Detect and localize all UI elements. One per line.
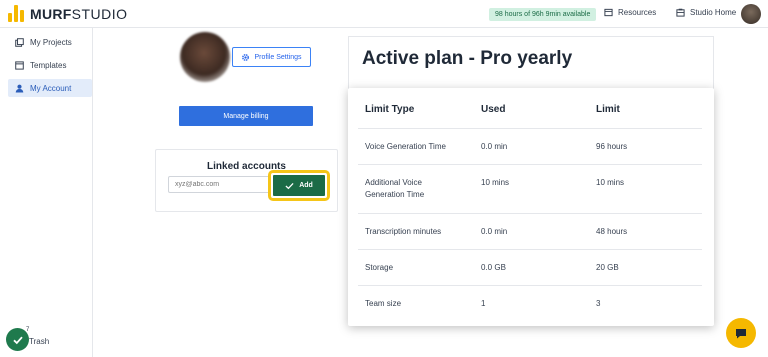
sidebar: My Projects Templates My Account: [0, 28, 93, 357]
top-bar: MURFSTUDIO 98 hours of 96h 9min availabl…: [0, 0, 768, 28]
profile-settings-label: Profile Settings: [254, 53, 302, 61]
limit-cell: 96 hours: [596, 142, 628, 151]
column-header-limit: Limit: [596, 104, 620, 115]
limit-cell: 20 GB: [596, 263, 619, 272]
limit-cell: 3: [596, 299, 601, 308]
add-button-highlight: Add: [268, 170, 330, 201]
sidebar-item-my-account[interactable]: My Account: [8, 79, 92, 97]
table-row: Storage 0.0 GB 20 GB: [358, 250, 702, 286]
used-cell: 0.0 min: [481, 142, 508, 151]
logo-sub: STUDIO: [71, 5, 128, 22]
sidebar-item-my-projects[interactable]: My Projects: [8, 33, 92, 51]
sidebar-item-label: My Account: [30, 83, 72, 93]
projects-icon: [15, 37, 24, 47]
table-row: Team size 1 3: [358, 286, 702, 322]
table-row: Additional Voice Generation Time 10 mins…: [358, 165, 702, 214]
studio-home-link[interactable]: Studio Home: [676, 8, 736, 17]
user-icon: [15, 84, 24, 93]
limit-type-cell: Team size: [365, 299, 402, 308]
resources-label: Resources: [618, 8, 657, 17]
sidebar-item-label: Templates: [30, 60, 67, 70]
resources-icon: [604, 8, 613, 17]
email-input[interactable]: [168, 176, 270, 193]
studio-home-icon: [676, 8, 685, 17]
resources-link[interactable]: Resources: [604, 8, 656, 17]
used-cell: 10 mins: [481, 178, 510, 187]
table-header-row: Limit Type Used Limit: [358, 88, 702, 129]
profile-photo: [180, 32, 230, 82]
check-icon: [285, 182, 294, 189]
limit-type-cell: Storage: [365, 263, 394, 272]
hours-available-badge: 98 hours of 96h 9min available: [489, 8, 597, 21]
plan-header: Active plan - Pro yearly: [348, 36, 714, 89]
profile-settings-button[interactable]: Profile Settings: [232, 47, 311, 67]
gear-icon: [242, 53, 250, 61]
column-header-limit-type: Limit Type: [365, 104, 415, 115]
used-cell: 0.0 min: [481, 227, 508, 236]
plan-title: Active plan - Pro yearly: [362, 48, 573, 69]
templates-icon: [15, 60, 24, 70]
limit-type-cell: Additional Voice Generation Time: [365, 178, 425, 199]
sidebar-item-label: My Projects: [30, 37, 72, 47]
manage-billing-button[interactable]: Manage billing: [179, 106, 313, 126]
used-cell: 1: [481, 299, 486, 308]
chat-support-button[interactable]: [726, 318, 756, 348]
sidebar-item-templates[interactable]: Templates: [8, 56, 92, 74]
used-cell: 0.0 GB: [481, 263, 506, 272]
task-count: 7: [26, 327, 30, 333]
table-row: Voice Generation Time 0.0 min 96 hours: [358, 129, 702, 165]
chat-icon: [736, 328, 746, 338]
sidebar-item-trash[interactable]: Trash: [29, 337, 49, 346]
plan-limits-table: Limit Type Used Limit Voice Generation T…: [348, 88, 714, 326]
logo-main: MURF: [30, 5, 72, 22]
murf-logo[interactable]: MURFSTUDIO: [8, 5, 128, 22]
limit-type-cell: Transcription minutes: [365, 227, 442, 236]
user-avatar[interactable]: [741, 4, 761, 24]
add-button[interactable]: Add: [273, 175, 325, 196]
check-icon: [12, 336, 23, 344]
column-header-used: Used: [481, 104, 506, 115]
murf-logo-icon: [8, 5, 24, 22]
logo-text: MURFSTUDIO: [30, 6, 128, 22]
limit-cell: 48 hours: [596, 227, 628, 236]
studio-home-label: Studio Home: [690, 8, 737, 17]
limit-type-cell: Voice Generation Time: [365, 142, 446, 151]
limit-cell: 10 mins: [596, 178, 625, 187]
add-label: Add: [299, 182, 313, 189]
linked-accounts-card: Linked accounts Add: [155, 149, 338, 212]
table-row: Transcription minutes 0.0 min 48 hours: [358, 214, 702, 250]
